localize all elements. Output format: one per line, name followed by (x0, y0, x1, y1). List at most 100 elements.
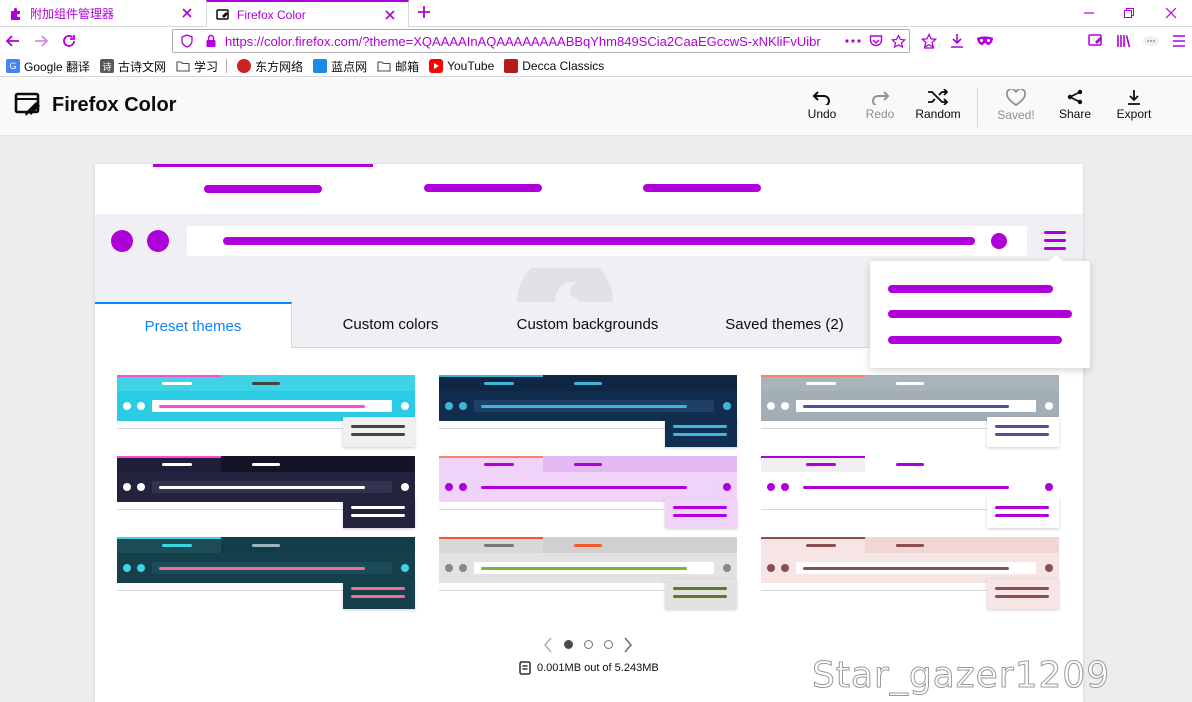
thumb-popup (343, 498, 415, 528)
preview-urlbar[interactable] (187, 226, 1027, 256)
back-icon[interactable] (4, 32, 22, 50)
thumb-url-text (481, 567, 687, 570)
restore-icon[interactable] (1120, 4, 1138, 22)
thumb-url-text (481, 405, 687, 408)
thumb-menu-icon (1045, 402, 1053, 410)
preview-tab-label (643, 184, 761, 192)
thumb-popup (665, 579, 737, 609)
tab-preset-themes[interactable]: Preset themes (95, 302, 292, 348)
url-text: https://color.firefox.com/?theme=XQAAAAI… (225, 33, 821, 49)
close-window-icon[interactable] (1162, 4, 1180, 22)
more-actions-icon[interactable] (845, 33, 861, 49)
bookmark-landian[interactable]: 蓝点网 (313, 58, 367, 75)
menu-icon[interactable] (1170, 32, 1188, 50)
thumb-tab-text (252, 463, 280, 466)
account-icon[interactable] (1142, 32, 1160, 50)
thumb-icon (123, 564, 131, 572)
preset-theme-thumbnail[interactable] (117, 456, 415, 528)
download-icon[interactable] (948, 32, 966, 50)
pocket-icon[interactable] (868, 33, 884, 49)
preview-tab-label (424, 184, 542, 192)
chevron-right-icon[interactable] (623, 637, 633, 653)
decca-icon (504, 59, 519, 73)
preview-tab[interactable] (593, 164, 813, 214)
preview-url-icon (991, 233, 1007, 249)
thumb-tab-text (806, 463, 836, 466)
redo-button[interactable]: Redo (850, 89, 910, 125)
thumb-icon (445, 402, 453, 410)
pager-dot[interactable] (604, 640, 613, 649)
close-tab-icon[interactable] (382, 7, 398, 23)
star-bookmark-icon[interactable] (890, 33, 906, 49)
shield-icon[interactable] (179, 33, 195, 49)
share-button[interactable]: Share (1045, 89, 1105, 125)
thumb-icon (781, 564, 789, 572)
preview-toolbar-icon[interactable] (147, 230, 169, 252)
thumb-tab-text (896, 382, 924, 385)
new-tab-icon[interactable] (416, 4, 434, 22)
tab-saved-themes[interactable]: Saved themes (2) (686, 302, 883, 348)
pager-dot[interactable] (564, 640, 573, 649)
tab-addons-manager[interactable]: 附加组件管理器 (0, 0, 205, 27)
close-tab-icon[interactable] (179, 5, 195, 21)
thumb-icon (459, 483, 467, 491)
preset-theme-thumbnail[interactable] (761, 456, 1059, 528)
thumb-popup (665, 417, 737, 447)
tab-firefox-color[interactable]: Firefox Color (206, 0, 409, 28)
reading-list-icon[interactable] (920, 32, 938, 50)
preset-theme-thumbnail[interactable] (439, 375, 737, 447)
preview-menu-item[interactable] (888, 336, 1062, 344)
forward-icon[interactable] (32, 32, 50, 50)
reload-icon[interactable] (60, 32, 78, 50)
thumb-popup-line (351, 425, 405, 428)
preset-theme-thumbnail[interactable] (761, 375, 1059, 447)
thumb-tab-text (484, 544, 514, 547)
library-icon[interactable] (1115, 32, 1133, 50)
lock-icon[interactable] (203, 33, 219, 49)
preview-menu-icon[interactable] (1044, 247, 1066, 250)
thumb-url-text (159, 486, 365, 489)
preview-tab[interactable] (373, 164, 593, 214)
url-bar[interactable]: https://color.firefox.com/?theme=XQAAAAI… (172, 29, 910, 53)
preview-tab-label (204, 185, 322, 193)
preset-theme-thumbnail[interactable] (117, 537, 415, 609)
tab-custom-colors[interactable]: Custom colors (292, 302, 489, 348)
preview-url-text (223, 237, 975, 245)
thumb-url-text (159, 567, 365, 570)
minimize-icon[interactable] (1080, 4, 1098, 22)
firefox-color-toolbar-icon[interactable] (1087, 32, 1105, 50)
preset-theme-thumbnail[interactable] (761, 537, 1059, 609)
preset-theme-thumbnail[interactable] (117, 375, 415, 447)
bookmark-gushiwen[interactable]: 诗 古诗文网 (100, 58, 166, 75)
undo-button[interactable]: Undo (792, 89, 852, 125)
private-mask-icon[interactable] (976, 32, 994, 50)
tab-custom-backgrounds[interactable]: Custom backgrounds (489, 302, 686, 348)
export-button[interactable]: Export (1104, 89, 1164, 125)
preview-toolbar-icon[interactable] (111, 230, 133, 252)
thumb-tab-text (806, 382, 836, 385)
pager-dot[interactable] (584, 640, 593, 649)
thumb-icon (445, 483, 453, 491)
bookmark-folder-mail[interactable]: 邮箱 (377, 58, 419, 75)
thumb-icon (767, 402, 775, 410)
preview-tab-active[interactable] (153, 164, 373, 214)
thumb-url-text (803, 486, 1009, 489)
preview-menu-icon[interactable] (1044, 239, 1066, 242)
thumb-popup-line (995, 425, 1049, 428)
bookmark-folder-study[interactable]: 学习 (176, 58, 218, 75)
bookmark-decca[interactable]: Decca Classics (504, 59, 604, 73)
bookmark-google-translate[interactable]: G Google 翻译 (6, 58, 90, 75)
preset-theme-thumbnail[interactable] (439, 537, 737, 609)
thumb-popup-line (995, 433, 1049, 436)
thumb-popup-line (995, 506, 1049, 509)
preview-menu-item[interactable] (888, 285, 1053, 293)
bookmark-youtube[interactable]: YouTube (429, 59, 494, 73)
random-button[interactable]: Random (908, 89, 968, 125)
preview-menu-icon[interactable] (1044, 231, 1066, 234)
preview-menu-item[interactable] (888, 310, 1072, 318)
chevron-left-icon[interactable] (543, 637, 553, 653)
bookmark-dongfang[interactable]: 东方网络 (237, 58, 303, 75)
saved-button[interactable]: Saved! (986, 89, 1046, 125)
dongfang-icon (237, 59, 252, 73)
preset-theme-thumbnail[interactable] (439, 456, 737, 528)
